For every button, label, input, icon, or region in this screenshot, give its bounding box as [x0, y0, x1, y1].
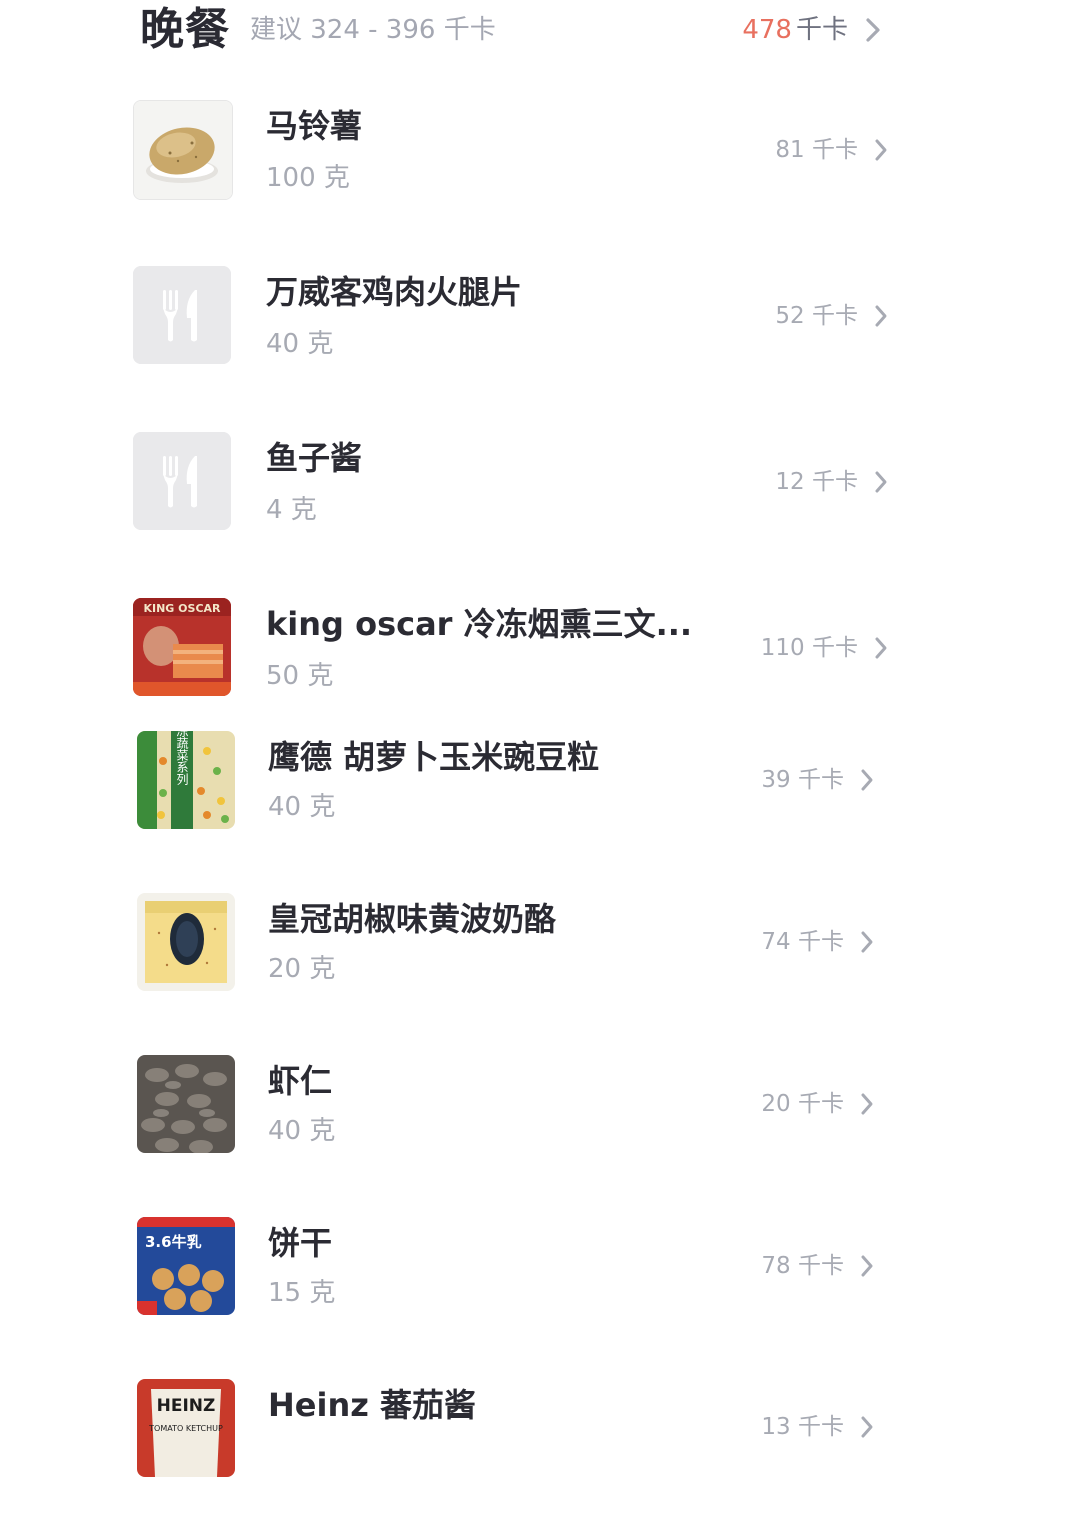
- food-name: 鹰德 胡萝卜玉米豌豆粒: [268, 738, 600, 776]
- food-amount: 40 克: [266, 329, 334, 359]
- mixed-vegetables-photo: 速冻蔬菜系列: [137, 731, 235, 829]
- food-name: 万威客鸡肉火腿片: [266, 273, 523, 311]
- meal-total-unit: 千卡: [795, 15, 848, 45]
- food-item-shrimp[interactable]: 虾仁 40 克 20 千卡: [0, 1055, 1080, 1195]
- cutlery-icon: [133, 432, 231, 530]
- chevron-right-icon: [872, 636, 890, 660]
- food-name: 虾仁: [268, 1062, 333, 1100]
- salmon-package-brand: KING OSCAR: [143, 602, 221, 615]
- chevron-right-icon: [872, 304, 890, 328]
- food-amount: 15 克: [268, 1278, 336, 1308]
- meal-total-calories: 478 千卡: [742, 12, 848, 48]
- food-amount: 40 克: [268, 792, 336, 822]
- meal-total-value: 478: [742, 15, 792, 45]
- food-calories: 110 千卡: [760, 635, 858, 661]
- shrimp-photo: [137, 1055, 235, 1153]
- biscuit-package-label: 3.6牛乳: [145, 1233, 202, 1251]
- chevron-right-icon: [862, 16, 880, 42]
- food-name: Heinz 蕃茄酱: [268, 1386, 477, 1424]
- food-calories: 20 千卡: [761, 1091, 844, 1117]
- cheese-photo: [137, 893, 235, 991]
- food-item-ham[interactable]: 万威客鸡肉火腿片 40 克 52 千卡: [0, 266, 1080, 406]
- chevron-right-icon: [858, 930, 876, 954]
- chevron-right-icon: [858, 1092, 876, 1116]
- food-calories: 52 千卡: [775, 303, 858, 329]
- ketchup-bottle-photo: HEINZ TOMATO KETCHUP: [137, 1379, 235, 1477]
- potato-photo: [133, 100, 233, 200]
- food-amount: 40 克: [268, 1116, 336, 1146]
- food-item-ketchup[interactable]: HEINZ TOMATO KETCHUP Heinz 蕃茄酱 13 千卡: [0, 1379, 1080, 1519]
- food-item-salmon[interactable]: KING OSCAR king oscar 冷冻烟熏三文... 50 克 110…: [0, 598, 1080, 738]
- food-name: king oscar 冷冻烟熏三文...: [266, 605, 693, 643]
- vegetables-package-label: 速冻蔬菜系列: [175, 731, 189, 785]
- chevron-right-icon: [858, 1254, 876, 1278]
- chevron-right-icon: [858, 1415, 876, 1439]
- food-name: 马铃薯: [266, 107, 363, 145]
- food-name: 皇冠胡椒味黄波奶酪: [268, 900, 557, 938]
- meal-header[interactable]: 晚餐 建议 324 - 396 千卡 478 千卡: [140, 0, 900, 60]
- chevron-right-icon: [872, 470, 890, 494]
- food-item-biscuit[interactable]: 3.6牛乳 饼干 15 克 78 千卡: [0, 1217, 1080, 1357]
- cutlery-icon: [133, 266, 231, 364]
- food-calories: 13 千卡: [761, 1414, 844, 1440]
- food-item-potato[interactable]: 马铃薯 100 克 81 千卡: [0, 100, 1080, 240]
- chevron-right-icon: [872, 138, 890, 162]
- meal-title: 晚餐: [140, 4, 230, 55]
- food-calories: 81 千卡: [775, 137, 858, 163]
- food-calories: 12 千卡: [775, 469, 858, 495]
- food-amount: 50 克: [266, 661, 334, 691]
- food-amount: 100 克: [266, 163, 350, 193]
- salmon-package-photo: KING OSCAR: [133, 598, 231, 696]
- calorie-suggestion: 建议 324 - 396 千卡: [250, 15, 496, 45]
- food-name: 饼干: [268, 1224, 333, 1262]
- food-name: 鱼子酱: [266, 439, 363, 477]
- food-item-caviar[interactable]: 鱼子酱 4 克 12 千卡: [0, 432, 1080, 572]
- biscuit-package-photo: 3.6牛乳: [137, 1217, 235, 1315]
- food-calories: 78 千卡: [761, 1253, 844, 1279]
- ketchup-product-label: TOMATO KETCHUP: [148, 1424, 223, 1433]
- chevron-right-icon: [858, 768, 876, 792]
- food-item-mixed-vegetables[interactable]: 速冻蔬菜系列 鹰德 胡萝卜玉米豌豆粒 40 克 39 千卡: [0, 731, 1080, 871]
- food-amount: 4 克: [266, 495, 317, 525]
- ketchup-brand-label: HEINZ: [157, 1396, 216, 1416]
- food-amount: 20 克: [268, 954, 336, 984]
- food-item-cheese[interactable]: 皇冠胡椒味黄波奶酪 20 克 74 千卡: [0, 893, 1080, 1033]
- food-calories: 74 千卡: [761, 929, 844, 955]
- food-calories: 39 千卡: [761, 767, 844, 793]
